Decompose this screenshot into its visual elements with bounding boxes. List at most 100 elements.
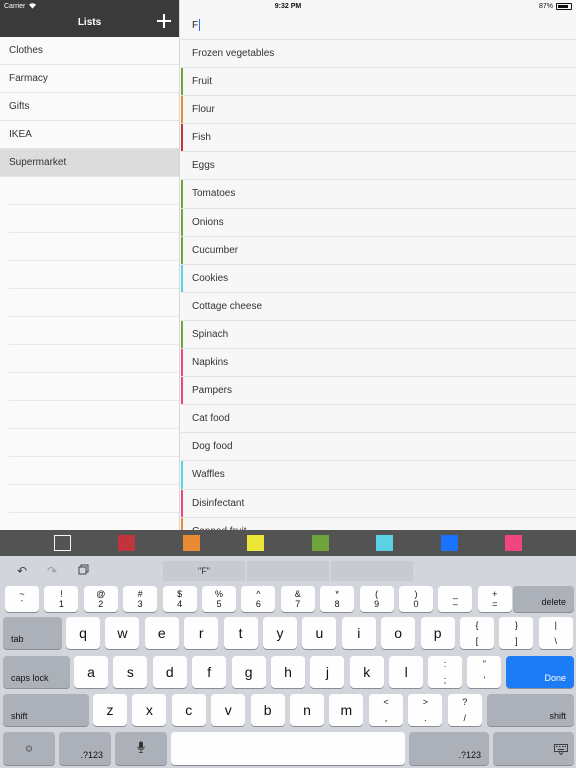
key-[[interactable]: {[ xyxy=(460,617,494,649)
list-item[interactable]: Frozen vegetables xyxy=(181,40,576,69)
list-item[interactable]: Pampers xyxy=(181,377,576,406)
list-item[interactable]: Flour xyxy=(181,96,576,125)
list-item[interactable]: Eggs xyxy=(181,152,576,181)
list-item-label: Eggs xyxy=(192,160,215,172)
key-q[interactable]: q xyxy=(66,617,100,649)
list-item[interactable]: Dog food xyxy=(181,433,576,462)
sidebar-item-clothes[interactable]: Clothes xyxy=(0,37,179,65)
key-,[interactable]: <, xyxy=(369,694,403,726)
key-j[interactable]: j xyxy=(310,656,345,688)
done-key[interactable]: Done xyxy=(506,656,574,688)
key-6[interactable]: ^ 6 xyxy=(241,586,276,612)
redo-icon[interactable]: ↷ xyxy=(45,564,59,578)
key-p[interactable]: p xyxy=(420,617,455,649)
key-m[interactable]: m xyxy=(329,694,364,726)
suggestion-1[interactable]: "F" xyxy=(163,561,245,581)
sidebar-item-farmacy[interactable]: Farmacy xyxy=(0,65,179,93)
list-item[interactable]: Cookies xyxy=(181,264,576,293)
shift-right-key[interactable]: shift xyxy=(487,694,574,726)
key-;[interactable]: :; xyxy=(428,656,462,688)
key-x[interactable]: x xyxy=(132,694,167,726)
add-list-icon[interactable] xyxy=(157,14,171,28)
list-item[interactable]: Canned fruit xyxy=(181,517,576,530)
key-v[interactable]: v xyxy=(211,694,246,726)
key-w[interactable]: w xyxy=(105,617,140,649)
key-’[interactable]: ”’ xyxy=(467,656,502,688)
key-l[interactable]: l xyxy=(389,656,424,688)
key-8[interactable]: * 8 xyxy=(320,586,355,612)
key-b[interactable]: b xyxy=(250,694,285,726)
key-5[interactable]: % 5 xyxy=(202,586,236,612)
color-swatch[interactable] xyxy=(247,535,265,551)
key-0[interactable]: ) 0 xyxy=(399,586,433,612)
tab-key[interactable]: tab xyxy=(3,617,62,649)
delete-key[interactable]: delete xyxy=(513,586,574,612)
key-h[interactable]: h xyxy=(271,656,305,688)
key-o[interactable]: o xyxy=(381,617,416,649)
key-.[interactable]: >. xyxy=(408,694,443,726)
color-swatch[interactable] xyxy=(376,535,394,551)
key-9[interactable]: (9 xyxy=(359,586,394,612)
key-4[interactable]: $4 xyxy=(162,586,197,612)
key-y[interactable]: y xyxy=(263,617,297,649)
hide-keyboard-key[interactable] xyxy=(493,732,574,765)
key-i[interactable]: i xyxy=(341,617,376,649)
key-\[interactable]: | \ xyxy=(538,617,573,649)
key-f[interactable]: f xyxy=(192,656,227,688)
caps-lock-key[interactable]: caps lock xyxy=(3,656,70,688)
key-c[interactable]: c xyxy=(171,694,206,726)
key-7[interactable]: & 7 xyxy=(280,586,315,612)
key-][interactable]: }] xyxy=(499,617,534,649)
suggestion-3[interactable] xyxy=(331,561,413,581)
key-u[interactable]: u xyxy=(302,617,337,649)
sidebar-item-gifts[interactable]: Gifts xyxy=(0,93,179,121)
suggestion-2[interactable] xyxy=(247,561,329,581)
list-item[interactable]: Disinfectant xyxy=(181,489,576,518)
numbers-right-key[interactable]: .?123 xyxy=(409,732,489,765)
key-z[interactable]: z xyxy=(93,694,127,726)
key-t[interactable]: t xyxy=(223,617,258,649)
list-item[interactable]: Onions xyxy=(181,208,576,237)
paste-icon[interactable] xyxy=(76,564,90,578)
space-key[interactable] xyxy=(171,732,405,765)
color-swatch[interactable] xyxy=(118,535,136,551)
key-a[interactable]: a xyxy=(74,656,108,688)
key-s[interactable]: s xyxy=(113,656,148,688)
color-swatch[interactable] xyxy=(311,535,329,551)
key-e[interactable]: e xyxy=(144,617,179,649)
list-item[interactable]: Tomatoes xyxy=(181,180,576,209)
key-label: .?123 xyxy=(80,750,103,760)
key-d[interactable]: d xyxy=(152,656,187,688)
list-item[interactable]: Cottage cheese xyxy=(181,293,576,321)
key-=[interactable]: + = xyxy=(477,586,512,612)
color-swatch[interactable] xyxy=(505,535,523,551)
key-2[interactable]: @2 xyxy=(83,586,118,612)
numbers-left-key[interactable]: .?123 xyxy=(59,732,111,765)
color-swatch[interactable] xyxy=(53,535,71,551)
color-swatch[interactable] xyxy=(182,535,200,551)
list-item[interactable]: Cat food xyxy=(181,405,576,434)
key-`[interactable]: ~ ` xyxy=(5,586,39,612)
emoji-key[interactable]: ☺ xyxy=(3,732,55,765)
key-1[interactable]: ! 1 xyxy=(44,586,79,612)
list-item[interactable]: Fish xyxy=(181,124,576,153)
shift-left-key[interactable]: shift xyxy=(3,694,89,726)
list-item[interactable]: Waffles xyxy=(181,461,576,490)
key-/[interactable]: ? / xyxy=(447,694,482,726)
color-swatch[interactable] xyxy=(440,535,458,551)
undo-icon[interactable]: ↶ xyxy=(15,564,29,578)
list-item[interactable]: Spinach xyxy=(181,320,576,350)
key-n[interactable]: n xyxy=(290,694,324,726)
key-–[interactable]: _ – xyxy=(438,586,473,612)
sidebar-item-supermarket[interactable]: Supermarket xyxy=(0,149,179,177)
list-item[interactable]: Cucumber xyxy=(181,236,576,265)
dictation-key[interactable] xyxy=(115,732,167,765)
sidebar-item-ikea[interactable]: IKEA xyxy=(0,121,179,149)
key-g[interactable]: g xyxy=(231,656,266,688)
key-r[interactable]: r xyxy=(184,617,219,649)
key-k[interactable]: k xyxy=(349,656,384,688)
list-item[interactable]: Napkins xyxy=(181,349,576,378)
list-item[interactable]: Fruit xyxy=(181,68,576,97)
new-item-input[interactable]: F xyxy=(181,12,576,40)
key-3[interactable]: #3 xyxy=(123,586,158,612)
